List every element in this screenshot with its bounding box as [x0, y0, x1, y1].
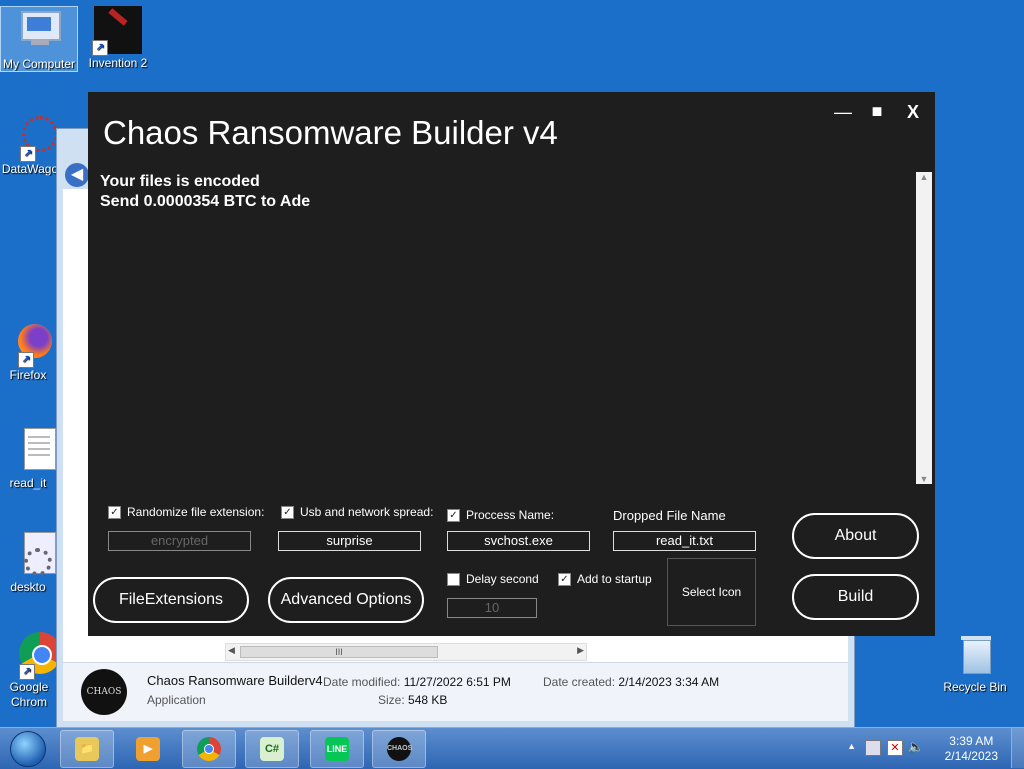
action-center-icon[interactable]: ✕ [887, 740, 903, 756]
show-hidden-icons-arrow[interactable]: ▲ [847, 741, 856, 751]
delay-option[interactable]: Delay second [447, 572, 539, 587]
chrome-icon: ↗ [5, 630, 61, 680]
shortcut-arrow-icon: ↗ [20, 146, 36, 162]
startup-option[interactable]: ✓ Add to startup [558, 572, 652, 587]
date-modified: Date modified: 11/27/2022 6:51 PM [323, 675, 511, 689]
window-title: Chaos Ransomware Builder v4 [103, 114, 558, 151]
builder-window[interactable]: Chaos Ransomware Builder v4 — ■ X Your f… [88, 92, 935, 636]
chaos-app-icon: CHAOS [81, 669, 127, 715]
details-pane: CHAOS Chaos Ransomware Builderv4 Applica… [63, 662, 848, 721]
taskbar-chaos[interactable]: CHAOS [372, 730, 426, 768]
folder-icon: 📁 [75, 737, 99, 761]
usb-spread-checkbox[interactable]: ✓ [281, 506, 294, 520]
scrollbar-thumb[interactable]: III [240, 646, 438, 658]
scroll-up-icon[interactable]: ▲ [916, 172, 932, 182]
gear-file-icon [4, 530, 56, 578]
start-button[interactable] [2, 728, 52, 768]
select-icon-button[interactable]: Select Icon [667, 558, 756, 626]
clock[interactable]: 3:39 AM 2/14/2023 [945, 734, 998, 764]
invention-icon: ↗ [92, 6, 142, 56]
desktop-icon-recycle-bin[interactable]: Recycle Bin [935, 630, 1015, 694]
dropped-file-field[interactable]: read_it.txt [613, 531, 756, 551]
csharp-icon: C# [260, 737, 284, 761]
taskbar-line[interactable]: LINE [310, 730, 364, 768]
dropped-file-label: Dropped File Name [613, 508, 726, 523]
desktop-icon-chrome[interactable]: ↗ Google Chrom [0, 630, 61, 710]
desktop-icon-desktop-ini[interactable]: deskto [0, 530, 56, 594]
text-file-icon [4, 426, 56, 474]
network-icon[interactable] [865, 740, 881, 756]
chrome-icon [197, 737, 221, 761]
computer-icon [15, 7, 63, 55]
vertical-scrollbar[interactable]: ▲ ▼ [916, 172, 932, 484]
advanced-options-button[interactable]: Advanced Options [268, 577, 424, 623]
line-icon: LINE [325, 737, 349, 761]
firefox-icon: ↗ [4, 318, 52, 368]
file-size: Size: 548 KB [378, 693, 448, 707]
shortcut-arrow-icon: ↗ [92, 40, 108, 56]
desktop-icon-my-computer[interactable]: My Computer [0, 6, 78, 72]
date-created: Date created: 2/14/2023 3:34 AM [543, 675, 720, 689]
build-button[interactable]: Build [792, 574, 919, 620]
delay-seconds-field[interactable]: 10 [447, 598, 537, 618]
usb-spread-option[interactable]: ✓ Usb and network spread: [281, 505, 433, 520]
taskbar-csharp[interactable]: C# [245, 730, 299, 768]
back-arrow-icon[interactable]: ◀ [65, 163, 89, 187]
randomize-ext-option[interactable]: ✓ Randomize file extension: [108, 505, 264, 520]
delay-checkbox[interactable] [447, 573, 460, 587]
recycle-bin-icon [951, 630, 999, 678]
about-button[interactable]: About [792, 513, 919, 559]
desktop-icon-read-it[interactable]: read_it [0, 426, 56, 490]
windows-logo-icon [10, 731, 46, 767]
file-extensions-button[interactable]: FileExtensions [93, 577, 249, 623]
maximize-button[interactable]: ■ [866, 101, 888, 122]
shortcut-arrow-icon: ↗ [19, 664, 35, 680]
media-player-icon: ▶ [136, 737, 160, 761]
desktop-icon-datawago[interactable]: ↗ DataWago [0, 112, 60, 176]
show-desktop-button[interactable] [1011, 728, 1024, 768]
close-button[interactable]: X [902, 102, 924, 123]
process-name-field[interactable]: svchost.exe [447, 531, 590, 551]
startup-checkbox[interactable]: ✓ [558, 573, 571, 587]
taskbar-media-player[interactable]: ▶ [121, 730, 175, 768]
usb-spread-field[interactable]: surprise [278, 531, 421, 551]
minimize-button[interactable]: — [832, 102, 854, 123]
file-type: Application [147, 693, 206, 707]
file-name: Chaos Ransomware Builderv4 [147, 673, 323, 688]
taskbar: 📁 ▶ C# LINE CHAOS ▲ ✕ 🔈 3:39 AM 2/14/202… [0, 727, 1024, 769]
taskbar-chrome[interactable] [182, 730, 236, 768]
taskbar-explorer[interactable]: 📁 [60, 730, 114, 768]
desktop-icon-firefox[interactable]: ↗ Firefox [0, 318, 56, 382]
volume-icon[interactable]: 🔈 [908, 739, 924, 755]
shortcut-arrow-icon: ↗ [18, 352, 34, 368]
horizontal-scrollbar[interactable]: ◀ III ▶ [225, 643, 587, 661]
randomize-ext-checkbox[interactable]: ✓ [108, 506, 121, 520]
process-name-checkbox[interactable]: ✓ [447, 509, 460, 523]
desktop-icon-invention[interactable]: ↗ Invention 2 [78, 6, 158, 70]
ransom-note-textarea[interactable]: Your files is encoded Send 0.0000354 BTC… [100, 172, 916, 484]
datawago-icon: ↗ [6, 112, 58, 162]
chaos-icon: CHAOS [387, 737, 412, 761]
process-name-option[interactable]: ✓ Proccess Name: [447, 508, 554, 523]
scroll-down-icon[interactable]: ▼ [916, 474, 932, 484]
extension-field[interactable]: encrypted [108, 531, 251, 551]
